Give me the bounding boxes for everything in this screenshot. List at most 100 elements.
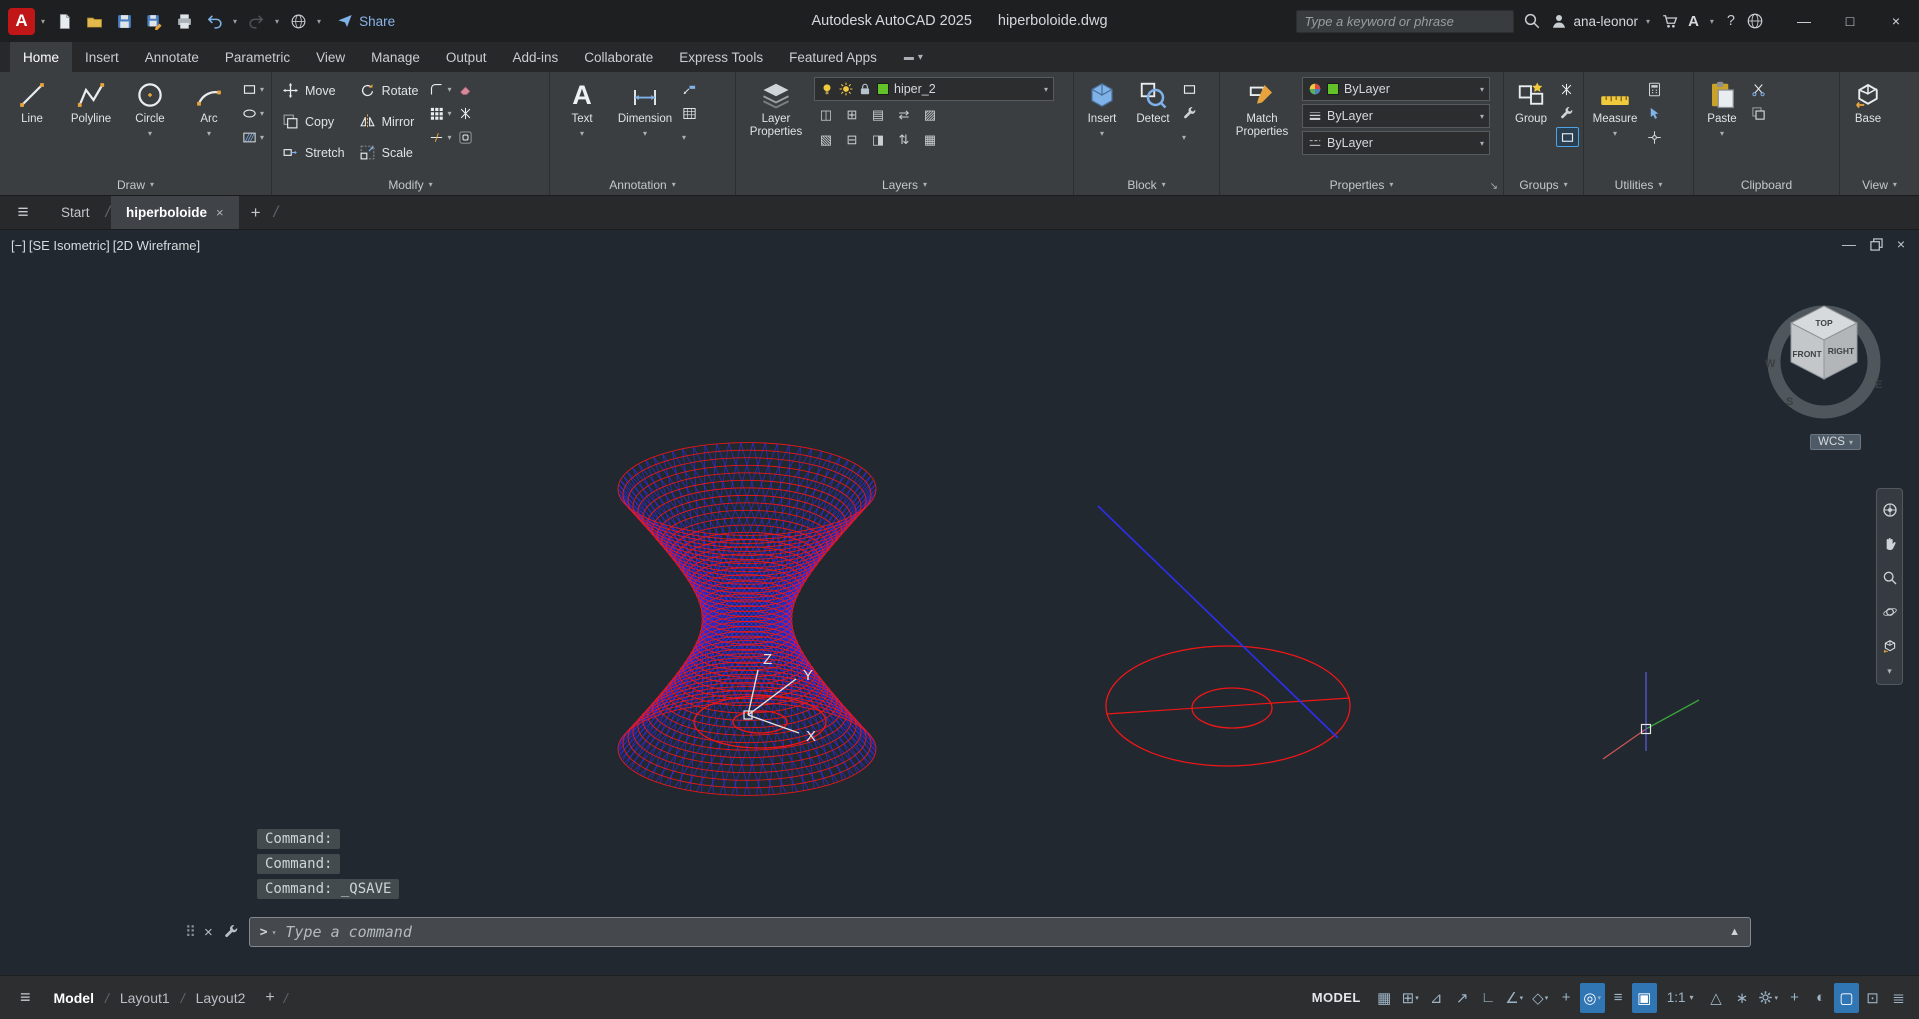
draw-panel-label[interactable]: Draw▾	[0, 174, 271, 195]
search-icon[interactable]	[1523, 12, 1541, 30]
layer-unlock-icon[interactable]: ⇅	[892, 129, 916, 151]
object-color-dropdown[interactable]: ByLayer ▾	[1302, 77, 1490, 101]
polyline-button[interactable]: Polyline	[62, 75, 120, 126]
insert-block-button[interactable]: Insert▾	[1077, 75, 1127, 138]
rectangle-button[interactable]: ▾	[239, 79, 267, 99]
stay-connected-icon[interactable]	[1746, 12, 1764, 30]
customize-command-icon[interactable]	[223, 924, 239, 940]
quick-select-button[interactable]	[1644, 103, 1665, 123]
orbit-icon[interactable]	[1876, 595, 1903, 629]
command-input-container[interactable]: >▾ ▲	[249, 917, 1751, 947]
signin-user-button[interactable]: ana-leonor ▾	[1550, 12, 1653, 30]
grid-display-icon[interactable]: ▦	[1372, 983, 1397, 1013]
mirror-button[interactable]: Mirror	[352, 106, 426, 137]
group-edit-button[interactable]	[1556, 103, 1579, 123]
rotate-button[interactable]: Rotate	[352, 75, 426, 106]
visual-style-control[interactable]: [2D Wireframe]	[112, 238, 201, 253]
layer-match-icon[interactable]: ▦	[918, 129, 942, 151]
tab-annotate[interactable]: Annotate	[132, 42, 212, 72]
account-caret-icon[interactable]: ▾	[1708, 17, 1716, 26]
clipboard-panel-label[interactable]: Clipboard	[1694, 174, 1839, 195]
close-button[interactable]: ×	[1873, 0, 1919, 42]
circle-button[interactable]: Circle▾	[121, 75, 179, 138]
compass-south-label[interactable]: S	[1786, 396, 1793, 408]
workspace-switching-icon[interactable]: ▾	[1755, 983, 1781, 1013]
viewcube[interactable]: W S E TOP FRONT RIGHT	[1749, 278, 1899, 428]
lineweight-display-icon[interactable]: ≡	[1606, 983, 1631, 1013]
viewport-minimize-icon[interactable]: —	[1842, 236, 1856, 252]
keyword-search-input[interactable]	[1296, 10, 1514, 33]
dynamic-input-icon[interactable]: ↗	[1450, 983, 1475, 1013]
selection-cycling-icon[interactable]: ▣	[1632, 983, 1657, 1013]
annotation-scale-button[interactable]: 1:1▾	[1658, 990, 1703, 1005]
recent-commands-button[interactable]: >▾	[260, 925, 277, 940]
tab-collaborate[interactable]: Collaborate	[571, 42, 666, 72]
copy-button[interactable]: Copy	[275, 106, 352, 137]
explode-button[interactable]	[455, 103, 476, 123]
close-command-palette-icon[interactable]: ×	[204, 924, 213, 941]
annotation-visibility-icon[interactable]: △	[1703, 983, 1728, 1013]
isometric-drafting-icon[interactable]: ◇▾	[1528, 983, 1553, 1013]
properties-dialog-launcher-icon[interactable]: ↘	[1490, 181, 1498, 192]
annotation-autoscale-icon[interactable]: ∗	[1729, 983, 1754, 1013]
view-control[interactable]: [SE Isometric]	[28, 238, 111, 253]
object-snap-icon[interactable]: ◎▾	[1580, 983, 1605, 1013]
open-from-web-button[interactable]	[285, 8, 311, 34]
tab-output[interactable]: Output	[433, 42, 500, 72]
minimize-button[interactable]: —	[1781, 0, 1827, 42]
undo-button[interactable]	[201, 8, 227, 34]
tab-featured-apps[interactable]: Featured Apps	[776, 42, 890, 72]
leader-button[interactable]	[679, 79, 700, 99]
layer-off-icon[interactable]: ◫	[814, 104, 838, 126]
command-input[interactable]	[285, 923, 1720, 941]
copy-clip-button[interactable]	[1748, 103, 1769, 123]
text-button[interactable]: AText▾	[553, 75, 611, 138]
autodesk-account-button[interactable]: A	[1688, 13, 1699, 30]
arc-button[interactable]: Arc▾	[180, 75, 238, 138]
layout2-tab[interactable]: Layout2	[185, 976, 257, 1019]
move-button[interactable]: Move	[275, 75, 352, 106]
wcs-dropdown[interactable]: WCS ▾	[1810, 434, 1861, 450]
pan-icon[interactable]	[1876, 527, 1903, 561]
drawing-area[interactable]: ZYX [−] [SE Isometric] [2D Wireframe] — …	[0, 230, 1919, 975]
scale-button[interactable]: Scale	[352, 137, 426, 168]
annotation-more-button[interactable]: ▾	[679, 127, 700, 147]
maximize-button[interactable]: □	[1827, 0, 1873, 42]
viewport-close-icon[interactable]: ×	[1897, 236, 1905, 252]
object-snap-tracking-icon[interactable]: +	[1554, 983, 1579, 1013]
block-panel-label[interactable]: Block▾	[1074, 174, 1219, 195]
layers-panel-label[interactable]: Layers▾	[736, 174, 1073, 195]
redo-button[interactable]	[243, 8, 269, 34]
save-as-button[interactable]	[141, 8, 167, 34]
erase-button[interactable]	[455, 79, 476, 99]
tab-manage[interactable]: Manage	[358, 42, 433, 72]
plot-button[interactable]	[171, 8, 197, 34]
tab-hiperboloide[interactable]: hiperboloide ×	[111, 196, 239, 229]
viewport-menu-control[interactable]: [−]	[10, 238, 27, 253]
hatch-button[interactable]: ▾	[239, 127, 267, 147]
modify-panel-label[interactable]: Modify▾	[272, 174, 549, 195]
navbar-more-icon[interactable]: ▾	[1887, 663, 1892, 680]
layer-dropdown[interactable]: hiper_2 ▾	[814, 77, 1054, 101]
redo-caret-icon[interactable]: ▾	[273, 17, 281, 26]
polar-tracking-icon[interactable]: ∠▾	[1502, 983, 1527, 1013]
ungroup-button[interactable]	[1556, 79, 1579, 99]
line-button[interactable]: Line	[3, 75, 61, 126]
open-file-button[interactable]	[81, 8, 107, 34]
detect-button[interactable]: Detect	[1128, 75, 1178, 126]
navigation-bar[interactable]: ▾	[1876, 488, 1903, 685]
define-attributes-button[interactable]	[1179, 79, 1200, 99]
groups-panel-label[interactable]: Groups▾	[1504, 174, 1583, 195]
layer-isolate-icon[interactable]: ⊞	[840, 104, 864, 126]
layout1-tab[interactable]: Layout1	[109, 976, 181, 1019]
offset-button[interactable]	[455, 127, 476, 147]
zoom-icon[interactable]	[1876, 561, 1903, 595]
tab-home[interactable]: Home	[10, 42, 72, 72]
layer-unisolate-icon[interactable]: ⊟	[840, 129, 864, 151]
save-button[interactable]	[111, 8, 137, 34]
customization-icon[interactable]: ≣	[1886, 983, 1911, 1013]
ellipse-button[interactable]: ▾	[239, 103, 267, 123]
manage-attributes-button[interactable]	[1179, 103, 1200, 123]
table-button[interactable]	[679, 103, 700, 123]
array-button[interactable]: ▾	[426, 103, 454, 123]
